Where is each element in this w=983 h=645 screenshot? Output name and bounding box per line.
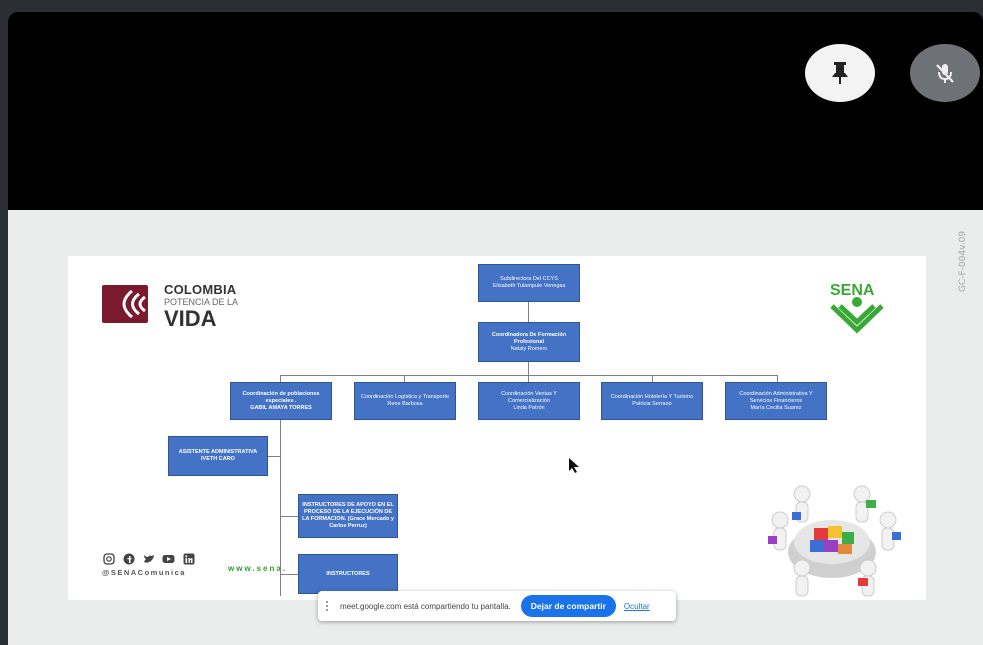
- instagram-icon[interactable]: [102, 552, 115, 565]
- org-node-title: Coordinación Hotelería Y Turismo: [610, 394, 694, 400]
- connector-line: [268, 456, 281, 457]
- drag-handle[interactable]: [326, 601, 334, 611]
- connector-line: [280, 516, 298, 517]
- pin-icon: [832, 62, 848, 84]
- sena-logo: SENA: [822, 278, 902, 338]
- sena-website: www.sena.: [228, 564, 288, 573]
- pin-button[interactable]: [805, 44, 875, 102]
- org-node-title: Coordinación Ventas Y Comercialización: [501, 390, 557, 404]
- colombia-logo-line3: VIDA: [164, 306, 217, 331]
- org-node-name: María Cecilia Suarez: [750, 404, 802, 411]
- org-node-title: INSTRUCTORES: [326, 570, 370, 577]
- org-node-root: Subdirectora Del CCYS Elisabeth Tulampul…: [478, 264, 580, 302]
- org-node-coord-hoteleria: Coordinación Hotelería Y Turismo Patrici…: [601, 382, 703, 420]
- org-node-title: INSTRUCTORES DE APOYO EN EL PROCESO DE L…: [302, 502, 394, 529]
- mic-status-button[interactable]: [910, 44, 980, 102]
- connector-line: [528, 362, 529, 376]
- org-node-title: Coordinadora De Formación Profesional: [491, 331, 567, 345]
- teamwork-puzzle-illustration: [742, 480, 922, 598]
- share-message: meet.google.com está compartiendo tu pan…: [340, 601, 511, 611]
- org-chart-slide: COLOMBIA POTENCIA DE LA VIDA SENA Subdir…: [68, 256, 926, 600]
- org-node-title: Coordinación de poblaciones especiales .: [242, 390, 320, 404]
- document-code: GC-F-004v.09: [958, 230, 968, 292]
- org-node-title: Coordinación Administrativa Y Servicios …: [739, 390, 813, 404]
- org-node-coord-poblaciones: Coordinación de poblaciones especiales .…: [230, 382, 332, 420]
- video-tile: [8, 12, 983, 212]
- org-node-name: Patricia Serrano: [632, 401, 672, 407]
- org-node-name: Elisabeth Tulampule Venegas: [492, 283, 566, 289]
- org-node-coord-ventas: Coordinación Ventas Y Comercialización L…: [478, 382, 580, 420]
- org-node-title: ASISTENTE ADMINISTRATIVA: [178, 449, 258, 455]
- twitter-icon[interactable]: [142, 552, 155, 565]
- org-node-coord-formacion: Coordinadora De Formación Profesional Na…: [478, 322, 580, 362]
- linkedin-icon[interactable]: [182, 552, 195, 565]
- org-node-name: GABIL AMAYA TORRES: [250, 404, 312, 411]
- social-handle: @SENAComunica: [102, 568, 186, 577]
- connector-line: [280, 574, 298, 575]
- mic-off-icon: [936, 64, 954, 83]
- org-node-instructores: INSTRUCTORES: [298, 554, 398, 594]
- org-node-coord-administrativa: Coordinación Administrativa Y Servicios …: [725, 382, 827, 420]
- stop-sharing-button[interactable]: Dejar de compartir: [520, 595, 616, 617]
- org-node-title: Coordinación Logística y Transporte: [360, 394, 450, 400]
- hide-share-bar-link[interactable]: Ocultar: [624, 602, 650, 611]
- sena-logo-text: SENA: [830, 282, 875, 299]
- colombia-logo-line1: COLOMBIA: [164, 282, 237, 297]
- org-node-name: Rene Barbosa: [387, 401, 423, 407]
- facebook-icon[interactable]: [122, 552, 135, 565]
- org-node-name: Linda Patrón: [513, 404, 545, 411]
- colombia-logo-mark: [102, 285, 148, 323]
- youtube-icon[interactable]: [162, 552, 175, 565]
- mouse-pointer-icon: [569, 458, 581, 479]
- org-node-title: Subdirectora Del CCYS: [500, 276, 558, 282]
- social-links: @SENAComunica: [102, 552, 195, 577]
- org-node-asistente: ASISTENTE ADMINISTRATIVA IVETH CARO: [168, 436, 268, 476]
- colombia-logo: COLOMBIA POTENCIA DE LA VIDA: [102, 282, 242, 331]
- org-node-name: Nataly Romero: [510, 345, 548, 352]
- org-node-coord-logistica: Coordinación Logística y Transporte Rene…: [354, 382, 456, 420]
- meet-window: GC-F-004v.09 COLOMBIA POTENCIA DE LA VID…: [0, 0, 983, 645]
- org-node-name: IVETH CARO: [201, 456, 235, 462]
- org-node-instructores-apoyo: INSTRUCTORES DE APOYO EN EL PROCESO DE L…: [298, 494, 398, 538]
- screen-share-bar: meet.google.com está compartiendo tu pan…: [318, 591, 676, 621]
